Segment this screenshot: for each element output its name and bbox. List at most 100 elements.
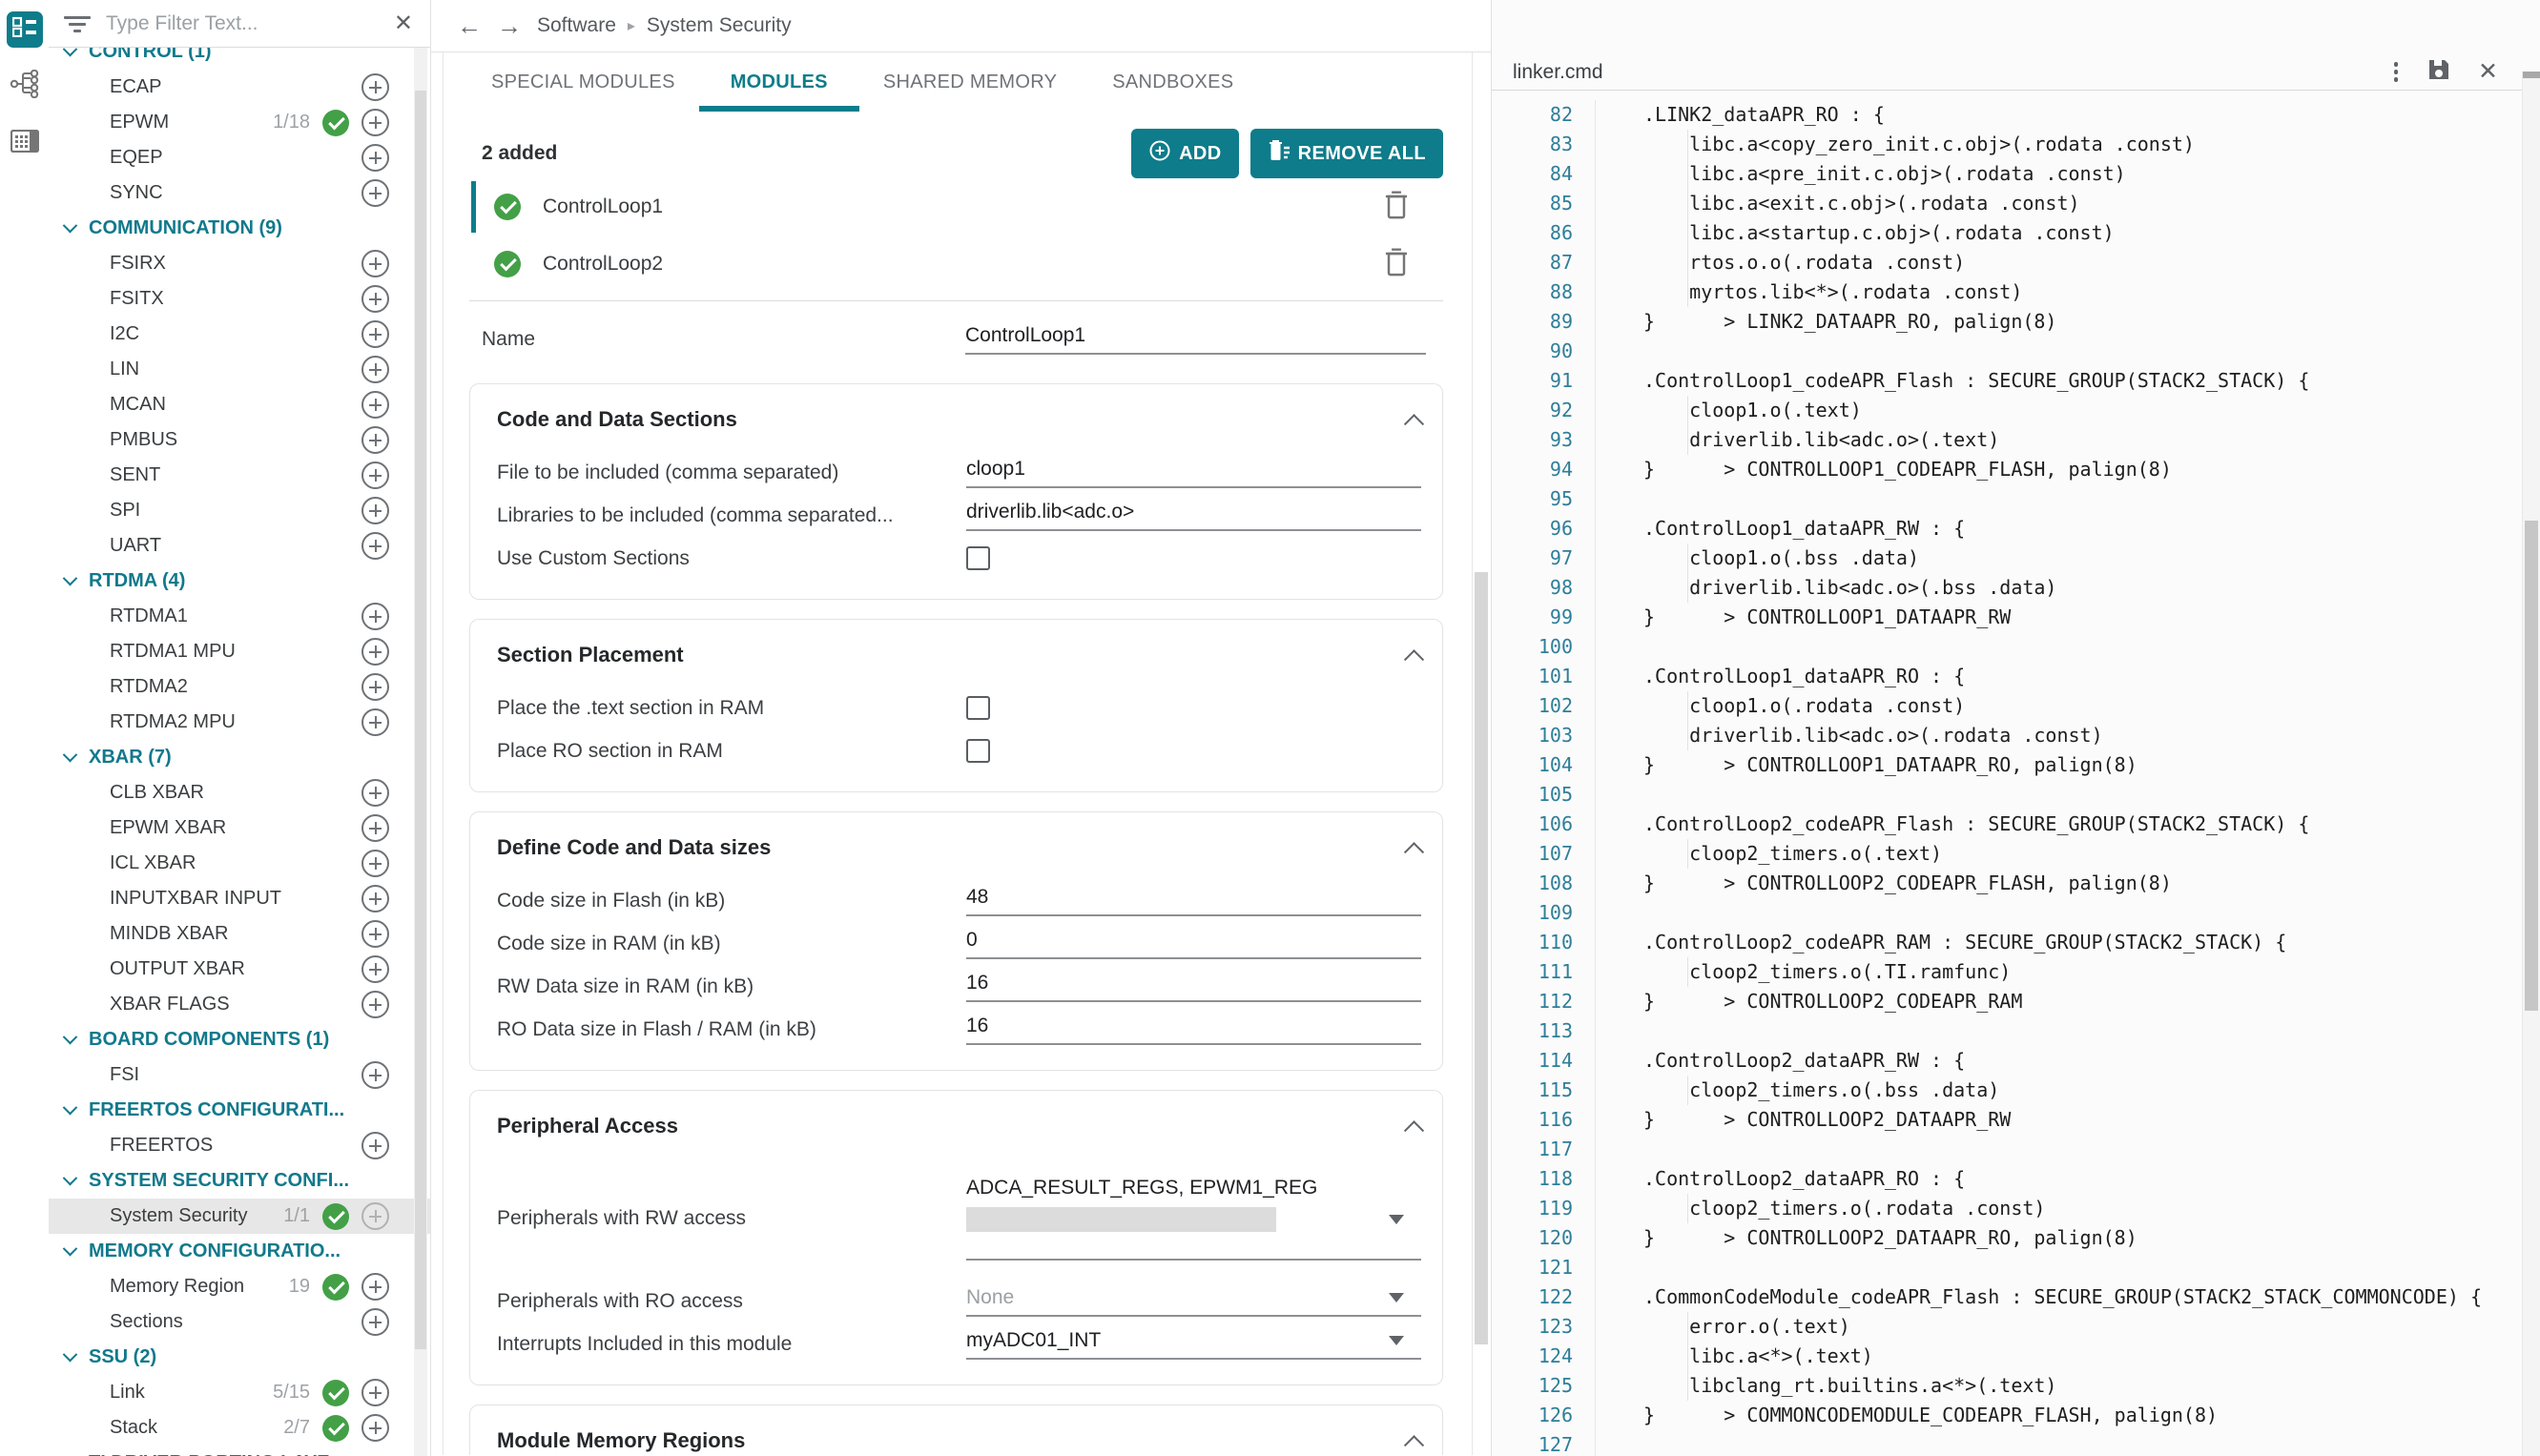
sidebar-item-spi[interactable]: SPI [49,493,430,528]
modules-view-button[interactable] [6,11,43,48]
sidebar-item-rtdma2-mpu[interactable]: RTDMA2 MPU [49,705,430,740]
delete-instance-icon[interactable] [1382,189,1411,225]
add-instance-icon[interactable] [361,179,389,207]
add-instance-icon[interactable] [361,320,389,348]
remove-all-button[interactable]: REMOVE ALL [1249,129,1443,178]
clear-filter-icon[interactable]: ✕ [390,10,417,37]
more-options-icon[interactable] [2392,60,2401,84]
sidebar-item-lin[interactable]: LIN [49,352,430,387]
sidebar-item-mcan[interactable]: MCAN [49,387,430,422]
panel-scrollbar[interactable] [1475,91,1488,1456]
add-instance-icon[interactable] [361,1273,389,1301]
add-instance-icon[interactable] [361,991,389,1018]
sidebar-scrollbar[interactable] [414,48,427,1456]
tab-sandboxes[interactable]: SANDBOXES [1112,52,1233,112]
sidebar-group-0[interactable]: CONTROL (1) [49,48,430,70]
checkbox[interactable] [966,546,990,570]
add-instance-icon[interactable] [361,426,389,454]
add-instance-icon[interactable] [361,708,389,736]
sidebar-item-system-security[interactable]: System Security 1/1 [49,1199,430,1234]
sidebar-item-sections[interactable]: Sections [49,1304,430,1340]
add-instance-icon[interactable] [361,1202,389,1230]
add-instance-icon[interactable] [361,461,389,489]
text-input[interactable]: 16 [966,1015,1421,1045]
sidebar-item-sync[interactable]: SYNC [49,175,430,211]
sidebar-group-28[interactable]: BOARD COMPONENTS (1) [49,1022,430,1057]
collapse-icon[interactable] [1403,1434,1425,1455]
text-input[interactable]: 16 [966,972,1421,1002]
editor-scrollbar[interactable] [2522,72,2540,1456]
outline-view-button[interactable] [7,69,43,105]
checkbox[interactable] [966,739,990,763]
sidebar-group-40[interactable]: TI DRIVER PORTING LAYE... [49,1446,430,1456]
sidebar-item-freertos[interactable]: FREERTOS [49,1128,430,1163]
instance-row-controlloop2[interactable]: ControlLoop2 [469,236,1443,293]
add-instance-icon[interactable] [361,1379,389,1406]
sidebar-item-uart[interactable]: UART [49,528,430,564]
instance-row-controlloop1[interactable]: ControlLoop1 [469,178,1443,236]
add-instance-icon[interactable] [361,356,389,383]
sidebar-item-link[interactable]: Link 5/15 [49,1375,430,1410]
add-instance-icon[interactable] [361,850,389,877]
text-input[interactable]: cloop1 [966,458,1421,488]
sidebar-item-mindb-xbar[interactable]: MINDB XBAR [49,916,430,952]
add-instance-icon[interactable] [361,497,389,524]
add-instance-icon[interactable] [361,885,389,913]
add-instance-icon[interactable] [361,955,389,983]
sidebar-item-inputxbar-input[interactable]: INPUTXBAR INPUT [49,881,430,916]
add-instance-icon[interactable] [361,673,389,701]
sidebar-item-i2c[interactable]: I2C [49,317,430,352]
add-instance-icon[interactable] [361,1308,389,1336]
sidebar-group-30[interactable]: FREERTOS CONFIGURATI... [49,1093,430,1128]
tab-modules[interactable]: MODULES [698,52,859,112]
add-instance-icon[interactable] [361,920,389,948]
filter-input[interactable] [106,11,390,35]
add-instance-icon[interactable] [361,144,389,172]
add-instance-icon[interactable] [361,285,389,313]
delete-instance-icon[interactable] [1382,246,1411,282]
multiselect-dropdown[interactable]: ADCA_RESULT_REGS, EPWM1_REG [966,1177,1421,1261]
sidebar-item-memory-region[interactable]: Memory Region 19 [49,1269,430,1304]
sidebar-group-34[interactable]: MEMORY CONFIGURATIO... [49,1234,430,1269]
sidebar-item-epwm[interactable]: EPWM 1/18 [49,105,430,140]
add-instance-icon[interactable] [361,603,389,630]
name-input[interactable]: ControlLoop1 [965,324,1426,355]
save-icon[interactable] [2426,57,2451,88]
sidebar-item-ecap[interactable]: ECAP [49,70,430,105]
add-instance-icon[interactable] [361,109,389,136]
sidebar-group-5[interactable]: COMMUNICATION (9) [49,211,430,246]
add-instance-icon[interactable] [361,1061,389,1089]
add-instance-icon[interactable] [361,1132,389,1159]
add-instance-icon[interactable] [361,73,389,101]
sidebar-item-rtdma1[interactable]: RTDMA1 [49,599,430,634]
sidebar-item-clb-xbar[interactable]: CLB XBAR [49,775,430,810]
sidebar-item-rtdma2[interactable]: RTDMA2 [49,669,430,705]
collapse-icon[interactable] [1403,841,1425,862]
close-icon[interactable]: ✕ [2478,60,2498,84]
sidebar-item-rtdma1-mpu[interactable]: RTDMA1 MPU [49,634,430,669]
dropdown[interactable]: myADC01_INT [966,1329,1421,1360]
sidebar-group-15[interactable]: RTDMA (4) [49,564,430,599]
collapse-icon[interactable] [1403,413,1425,434]
add-instance-icon[interactable] [361,391,389,419]
add-instance-icon[interactable] [361,1414,389,1442]
add-instance-icon[interactable] [361,814,389,842]
sidebar-item-fsirx[interactable]: FSIRX [49,246,430,281]
sidebar-item-icl-xbar[interactable]: ICL XBAR [49,846,430,881]
collapse-icon[interactable] [1403,648,1425,669]
breadcrumb-item-software[interactable]: Software [537,14,616,37]
sidebar-item-eqep[interactable]: EQEP [49,140,430,175]
collapse-icon[interactable] [1403,1119,1425,1140]
registers-view-button[interactable] [7,126,43,162]
back-icon[interactable]: ← [457,13,482,38]
tab-shared-memory[interactable]: SHARED MEMORY [883,52,1057,112]
sidebar-item-pmbus[interactable]: PMBUS [49,422,430,458]
text-input[interactable]: 0 [966,929,1421,959]
sidebar-item-epwm-xbar[interactable]: EPWM XBAR [49,810,430,846]
add-instance-icon[interactable] [361,638,389,666]
add-instance-icon[interactable] [361,779,389,807]
forward-icon[interactable]: → [497,13,522,38]
sidebar-item-fsi[interactable]: FSI [49,1057,430,1093]
sidebar-item-stack[interactable]: Stack 2/7 [49,1410,430,1446]
tab-special-modules[interactable]: SPECIAL MODULES [491,52,675,112]
